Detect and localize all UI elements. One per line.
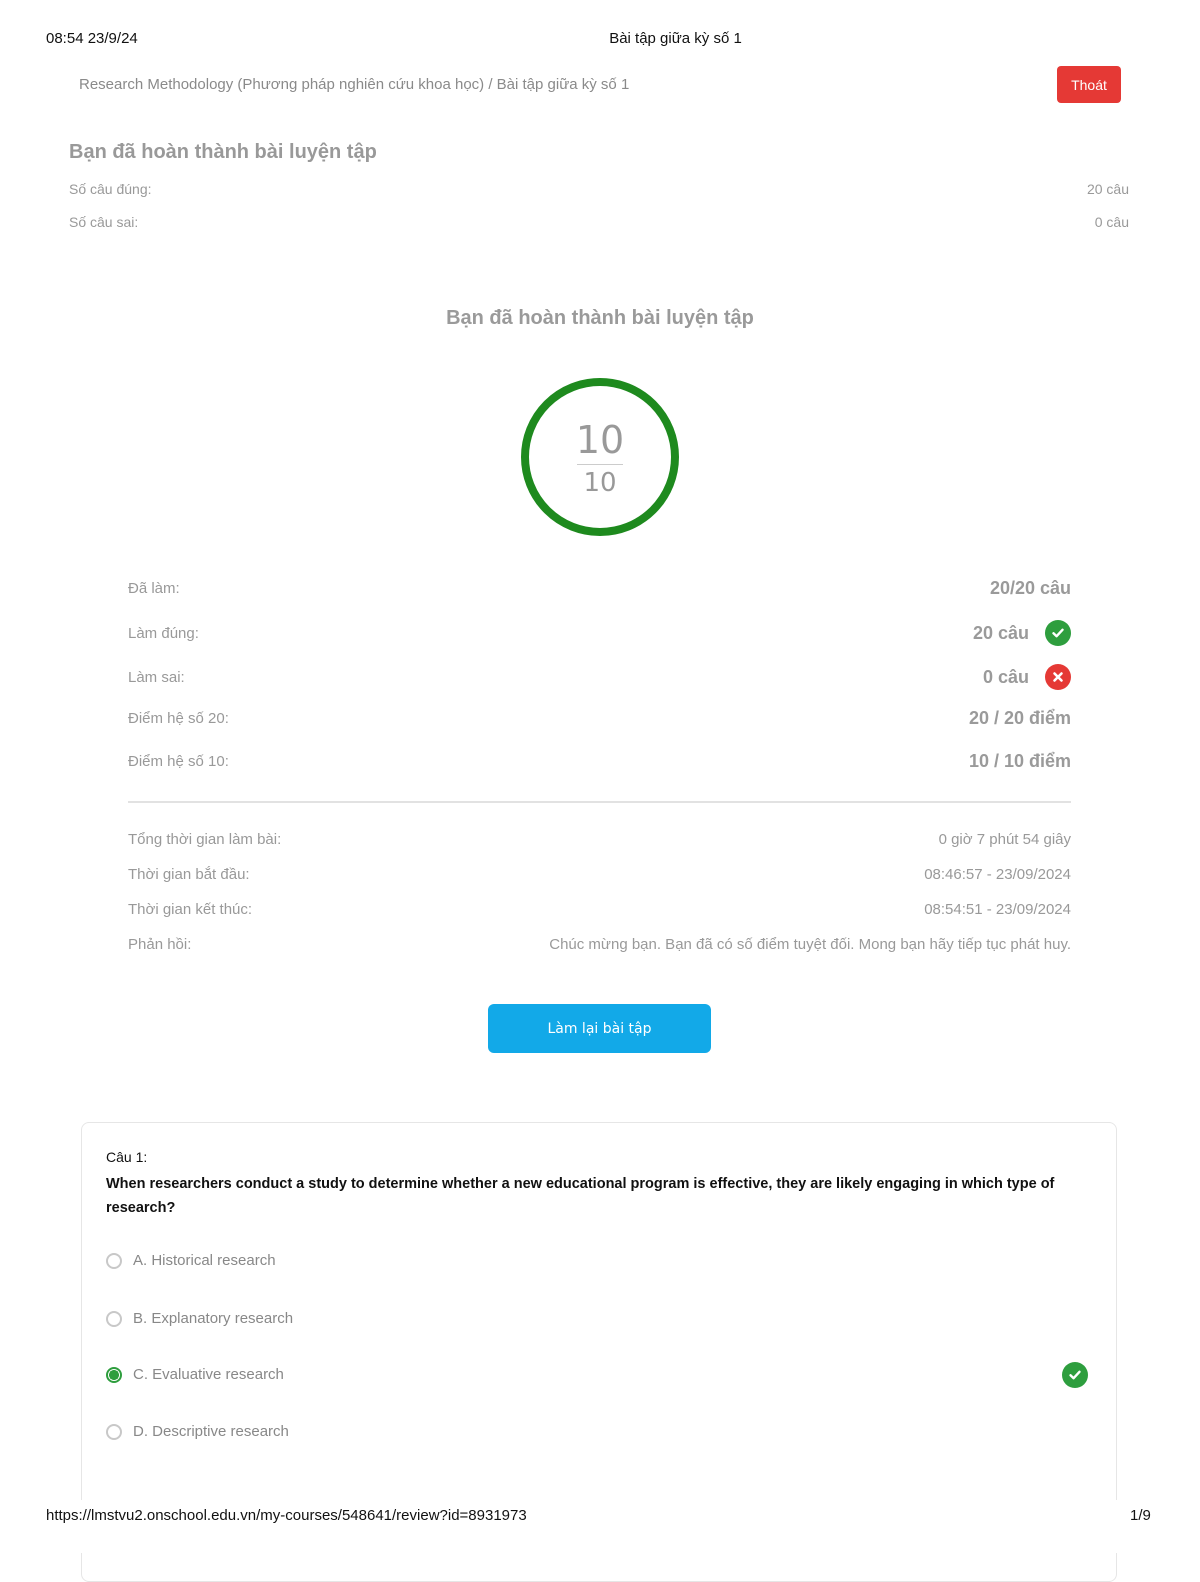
stat-value-wrap: 0 câu [983,664,1071,690]
divider [128,801,1071,803]
question-number: Câu 1: [106,1149,148,1165]
info-value: 08:46:57 - 23/09/2024 [924,866,1071,883]
x-circle-icon [1045,664,1071,690]
result-title: Bạn đã hoàn thành bài luyện tập [446,307,754,329]
info-row-start: Thời gian bắt đầu: 08:46:57 - 23/09/2024 [128,866,1071,883]
info-value: 0 giờ 7 phút 54 giây [938,831,1071,848]
info-value: Chúc mừng bạn. Bạn đã có số điểm tuyệt đ… [549,936,1071,953]
option-label: B. Explanatory research [133,1310,294,1327]
stat-row-correct: Làm đúng: 20 câu [128,620,1071,646]
summary-wrong-label: Số câu sai: [69,214,139,230]
option-label: D. Descriptive research [133,1423,289,1440]
summary-wrong-value: 0 câu [1094,214,1129,230]
radio-button[interactable] [106,1423,122,1440]
stat-label: Làm đúng: [128,624,199,642]
stat-value-wrap: 20 câu [973,620,1071,646]
stat-value: 0 câu [982,666,1029,687]
print-title: Bài tập giữa kỳ số 1 [609,30,742,47]
option-label: A. Historical research [133,1252,276,1269]
info-row-duration: Tổng thời gian làm bài: 0 giờ 7 phút 54 … [128,831,1071,848]
print-url: https://lmstvu2.onschool.edu.vn/my-cours… [46,1507,527,1524]
summary-correct-row: Số câu đúng: 20 câu [69,181,1129,197]
score-value: 10 [575,418,625,462]
radio-button[interactable] [106,1252,122,1269]
info-value: 08:54:51 - 23/09/2024 [924,901,1071,918]
stat-value: 20/20 câu [989,578,1071,598]
info-label: Phản hồi: [128,936,192,953]
option-c[interactable]: C. Evaluative research [106,1366,284,1383]
option-b[interactable]: B. Explanatory research [106,1310,293,1327]
option-d[interactable]: D. Descriptive research [106,1423,289,1440]
stat-label: Đã làm: [128,580,180,597]
stat-label: Điểm hệ số 20: [128,710,229,727]
info-label: Thời gian bắt đầu: [128,866,250,883]
retry-button[interactable]: Làm lại bài tập [488,1004,711,1053]
print-page: 1/9 [1130,1507,1151,1524]
correct-check-icon [1062,1362,1088,1388]
radio-button-selected[interactable] [106,1366,122,1383]
info-row-feedback: Phản hồi: Chúc mừng bạn. Bạn đã có số đi… [128,936,1071,953]
summary-wrong-row: Số câu sai: 0 câu [69,214,1129,230]
stat-value: 20 câu [972,622,1029,643]
stat-row-wrong: Làm sai: 0 câu [128,664,1071,690]
exit-button[interactable]: Thoát [1057,66,1121,103]
summary-correct-value: 20 câu [1086,181,1129,197]
question-text: When researchers conduct a study to dete… [106,1176,1055,1216]
stat-row-score20: Điểm hệ số 20: 20 / 20 điểm [128,708,1071,729]
stat-row-score10: Điểm hệ số 10: 10 / 10 điểm [128,751,1071,772]
info-label: Tổng thời gian làm bài: [128,831,282,848]
check-circle-icon [1045,620,1071,646]
radio-button[interactable] [106,1310,122,1327]
stat-row-done: Đã làm: 20/20 câu [128,578,1071,599]
stat-label: Điểm hệ số 10: [128,753,229,770]
info-row-end: Thời gian kết thúc: 08:54:51 - 23/09/202… [128,901,1071,918]
stat-value: 20 / 20 điểm [968,708,1071,728]
score-max: 10 [583,468,617,498]
info-label: Thời gian kết thúc: [128,901,253,918]
option-label: C. Evaluative research [133,1366,284,1383]
stat-value: 10 / 10 điểm [968,751,1071,771]
score-divider [577,464,623,465]
summary-correct-label: Số câu đúng: [69,181,152,197]
stat-label: Làm sai: [128,668,185,686]
option-a[interactable]: A. Historical research [106,1252,276,1269]
breadcrumb[interactable]: Research Methodology (Phương pháp nghiên… [79,76,629,93]
summary-title: Bạn đã hoàn thành bài luyện tập [69,141,377,163]
